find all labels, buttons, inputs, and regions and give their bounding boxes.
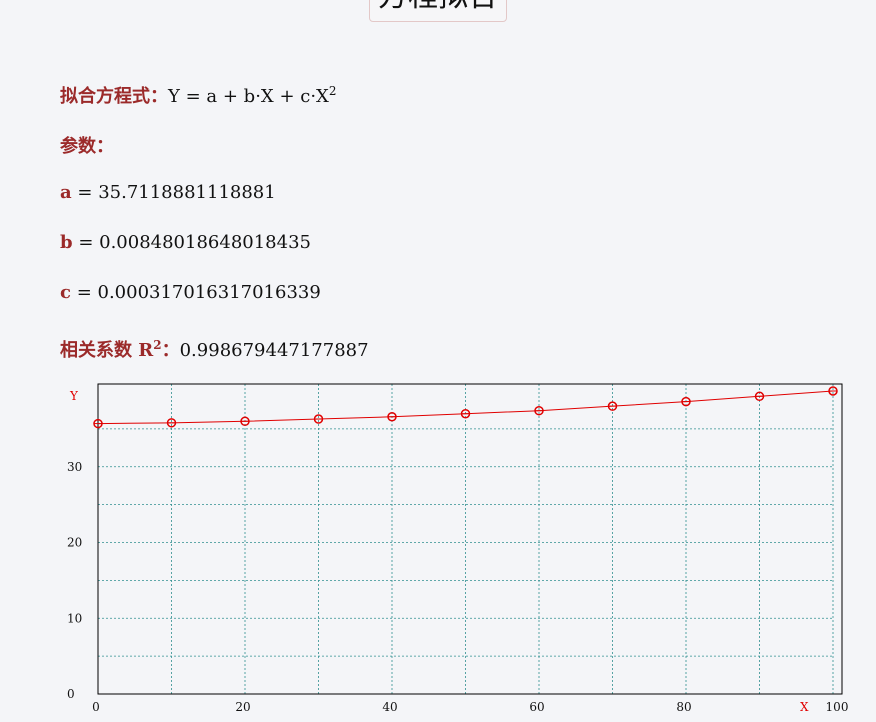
correlation-label: 相关系数: [60, 340, 139, 361]
y-tick-label: 10: [67, 611, 82, 625]
param-b-value: 0.00848018648018435: [99, 232, 311, 253]
equation-label: 拟合方程式：: [60, 86, 168, 107]
correlation-symbol: R: [138, 340, 154, 361]
param-a-eq: =: [71, 182, 99, 203]
param-c-value: 0.000317016317016339: [97, 282, 321, 303]
y-tick-label: 20: [67, 536, 82, 550]
correlation-exponent: 2: [153, 338, 162, 352]
param-a-name: a: [60, 182, 72, 203]
param-a-value: 35.7118881118881: [98, 182, 276, 203]
equation-exponent: 2: [328, 84, 337, 98]
x-axis-label: X: [800, 700, 809, 714]
param-a-line: a = 35.7118881118881: [60, 182, 276, 203]
x-tick-label: 20: [235, 700, 250, 714]
fit-chart: 0 10 20 30 0 20 40 60 80 100 Y X: [67, 383, 849, 714]
params-line: 参数：: [60, 132, 114, 158]
params-label: 参数：: [60, 136, 114, 157]
x-tick-label: 60: [529, 700, 544, 714]
x-tick-label: 80: [676, 700, 691, 714]
param-b-line: b = 0.00848018648018435: [60, 232, 311, 253]
param-c-name: c: [60, 282, 71, 303]
y-axis-label: Y: [69, 389, 79, 403]
y-tick-label: 30: [67, 460, 82, 474]
correlation-line: 相关系数 R2：0.998679447177887: [60, 336, 369, 362]
x-tick-label: 100: [826, 700, 849, 714]
equation-line: 拟合方程式：Y = a + b·X + c·X2: [60, 82, 337, 108]
page-title: 方程拟合: [369, 0, 507, 22]
title-wrap: 方程拟合: [0, 0, 876, 22]
plot-area: [98, 384, 842, 694]
equation-formula: Y = a + b·X + c·X: [168, 86, 329, 107]
correlation-value: 0.998679447177887: [179, 340, 369, 361]
x-tick-label: 40: [382, 700, 397, 714]
param-c-line: c = 0.000317016317016339: [60, 282, 321, 303]
param-b-eq: =: [72, 232, 100, 253]
y-tick-label: 0: [67, 687, 75, 701]
param-c-eq: =: [70, 282, 98, 303]
x-tick-label: 0: [92, 700, 100, 714]
correlation-sep: ：: [161, 340, 180, 361]
param-b-name: b: [60, 232, 73, 253]
